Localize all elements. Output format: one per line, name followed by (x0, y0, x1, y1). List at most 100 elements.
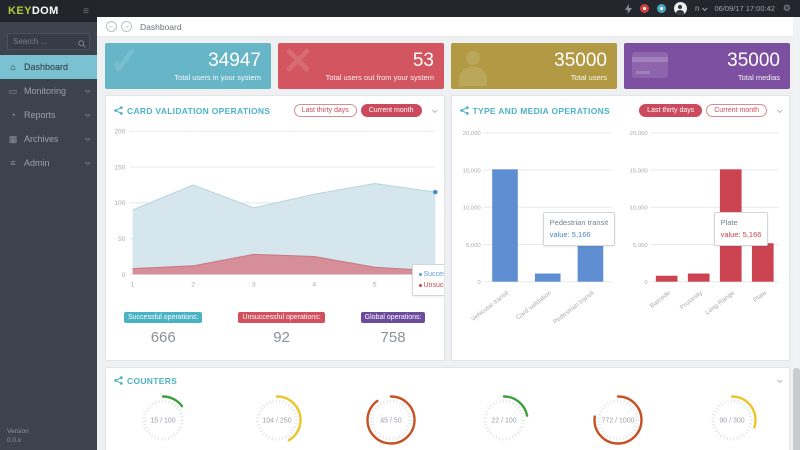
user-icon (459, 51, 489, 86)
report-icon: ◔ (10, 110, 16, 120)
home-icon: ⌂ (10, 62, 16, 72)
monitor-icon: ▭ (8, 85, 18, 96)
svg-text:15,000: 15,000 (462, 168, 481, 174)
list-icon: ≡ (10, 158, 16, 168)
svg-text:3: 3 (252, 282, 256, 289)
svg-text:Plate: Plate (752, 289, 768, 304)
chevron-down-icon (84, 135, 91, 142)
sidebar-item-monitoring[interactable]: ▭ Monitoring (0, 79, 97, 103)
svg-text:5: 5 (373, 282, 377, 289)
svg-text:0: 0 (645, 280, 649, 286)
counter-gauge: 772 / 1000Counter5 (561, 392, 675, 450)
card-value: 35000 (727, 49, 780, 71)
breadcrumb-bar: ← → Dashboard (97, 17, 800, 37)
card-value: 53 (412, 49, 434, 71)
scrollbar-thumb[interactable] (793, 368, 800, 450)
check-icon: ✓ (109, 43, 141, 83)
sidebar-item-dashboard[interactable]: ⌂ Dashboard (0, 55, 97, 79)
area-chart[interactable]: 050100150200123456 (106, 121, 444, 302)
messages-icon[interactable] (656, 4, 666, 13)
stat-value: 92 (273, 328, 290, 346)
card-value: 34947 (208, 49, 261, 71)
collapse-chevron-icon[interactable] (776, 106, 783, 113)
logo-bar: KEYDOM ≡ (0, 0, 97, 22)
svg-text:150: 150 (114, 164, 125, 171)
current-month-pill[interactable]: Current month (360, 104, 422, 117)
unsuccessful-operations-stat: Unsuccessful operations: 92 (238, 306, 325, 346)
bar-charts-wrap: 0 5,000 10,000 15,000 20,000 Vehicular transi… (452, 121, 790, 332)
panel-title: COUNTERS (127, 375, 178, 386)
svg-text:20,000: 20,000 (462, 131, 481, 137)
archive-icon: ▦ (8, 133, 18, 144)
svg-text:0: 0 (477, 280, 481, 286)
type-media-panel: TYPE AND MEDIA OPERATIONS Last thirty da… (450, 95, 790, 361)
stat-value: 758 (380, 328, 406, 346)
panel-header: COUNTERS (106, 368, 789, 390)
range-pills: Last thirty days Current month (639, 104, 767, 117)
panel-title: TYPE AND MEDIA OPERATIONS (472, 105, 611, 116)
sidebar: KEYDOM ≡ ⌂ Dashboard ▭ Monitoring ◔ Repo… (0, 0, 97, 450)
series-legend-tooltip: Successful Unsuccessful (411, 264, 444, 297)
svg-text:90 / 300: 90 / 300 (719, 417, 744, 424)
version-info: Version 0.0.x (7, 427, 29, 445)
sidebar-item-admin[interactable]: ≡ Admin (0, 151, 97, 175)
chevron-down-icon (84, 87, 91, 94)
collapse-chevron-icon[interactable] (776, 377, 783, 384)
status-badge: Unsuccessful operations: (238, 311, 325, 323)
last-thirty-days-pill[interactable]: Last thirty days (293, 104, 357, 117)
panel-header: TYPE AND MEDIA OPERATIONS Last thirty da… (452, 96, 790, 121)
app-logo: KEYDOM (8, 5, 59, 17)
user-menu[interactable]: n (695, 4, 708, 13)
svg-text:50: 50 (118, 236, 126, 243)
card-total-medias: 35000 Total medias (624, 43, 790, 89)
card-label: Total users out from your system (325, 72, 434, 82)
scrollbar-track[interactable] (793, 17, 800, 450)
notifications-icon[interactable] (639, 4, 649, 13)
card-value: 35000 (554, 49, 607, 71)
card-validation-panel: CARD VALIDATION OPERATIONS Last thirty d… (105, 95, 445, 361)
collapse-chevron-icon[interactable] (431, 106, 438, 113)
gauges-row: 15 / 100Counter1 104 / 250Counter2 45 / … (106, 390, 789, 450)
forward-button[interactable]: → (121, 21, 132, 32)
sidebar-item-label: Reports (24, 110, 56, 120)
svg-text:5,000: 5,000 (465, 243, 480, 249)
svg-text:15 / 100: 15 / 100 (150, 417, 175, 424)
last-thirty-days-pill[interactable]: Last thirty days (639, 104, 703, 117)
counter-gauge: 90 / 300Counter6 (675, 392, 789, 450)
svg-text:Long Range: Long Range (704, 289, 736, 316)
svg-text:1: 1 (131, 282, 135, 289)
svg-text:Vehicular transit: Vehicular transit (470, 289, 510, 323)
back-button[interactable]: ← (106, 21, 117, 32)
sidebar-item-label: Archives (24, 134, 59, 144)
gear-icon[interactable]: ⚙ (783, 3, 791, 14)
breadcrumb: Dashboard (140, 21, 182, 32)
card-total-users: 35000 Total users (451, 43, 617, 89)
svg-text:20,000: 20,000 (630, 131, 649, 137)
bar-tooltip: Plate value: 5,166 (713, 212, 769, 247)
svg-text:Pedestrian transit: Pedestrian transit (552, 289, 596, 323)
svg-text:772 / 1000: 772 / 1000 (602, 417, 635, 424)
cross-icon: ✕ (282, 43, 314, 83)
flash-icon[interactable] (624, 3, 632, 14)
sidebar-toggle-icon[interactable]: ≡ (83, 6, 89, 17)
svg-text:10,000: 10,000 (630, 206, 649, 212)
range-pills: Last thirty days Current month (293, 104, 422, 117)
avatar[interactable] (673, 2, 687, 15)
svg-text:2: 2 (191, 282, 195, 289)
counter-gauge: 15 / 100Counter1 (106, 392, 220, 450)
card-label: Total users in your system (174, 72, 261, 82)
search-icon[interactable] (78, 35, 86, 53)
card-users-in: ✓ 34947 Total users in your system (105, 43, 271, 89)
counter-gauge: 45 / 50Counter3 (334, 392, 448, 450)
sidebar-item-archives[interactable]: ▦ Archives (0, 127, 97, 151)
media-bar-chart[interactable]: 0 5,000 10,000 15,000 20,000 Barcode Proximity… (625, 121, 783, 328)
svg-text:104 / 250: 104 / 250 (262, 417, 291, 424)
svg-text:Barcode: Barcode (649, 289, 672, 309)
svg-text:Card validation: Card validation (514, 289, 552, 321)
stat-value: 666 (150, 328, 176, 346)
current-month-pill[interactable]: Current month (706, 104, 767, 117)
sidebar-item-label: Monitoring (24, 86, 67, 96)
transit-bar-chart[interactable]: 0 5,000 10,000 15,000 20,000 Vehicular transi… (458, 121, 616, 328)
keydom-dashboard: KEYDOM ≡ ⌂ Dashboard ▭ Monitoring ◔ Repo… (0, 0, 800, 450)
sidebar-item-reports[interactable]: ◔ Reports (0, 103, 97, 127)
